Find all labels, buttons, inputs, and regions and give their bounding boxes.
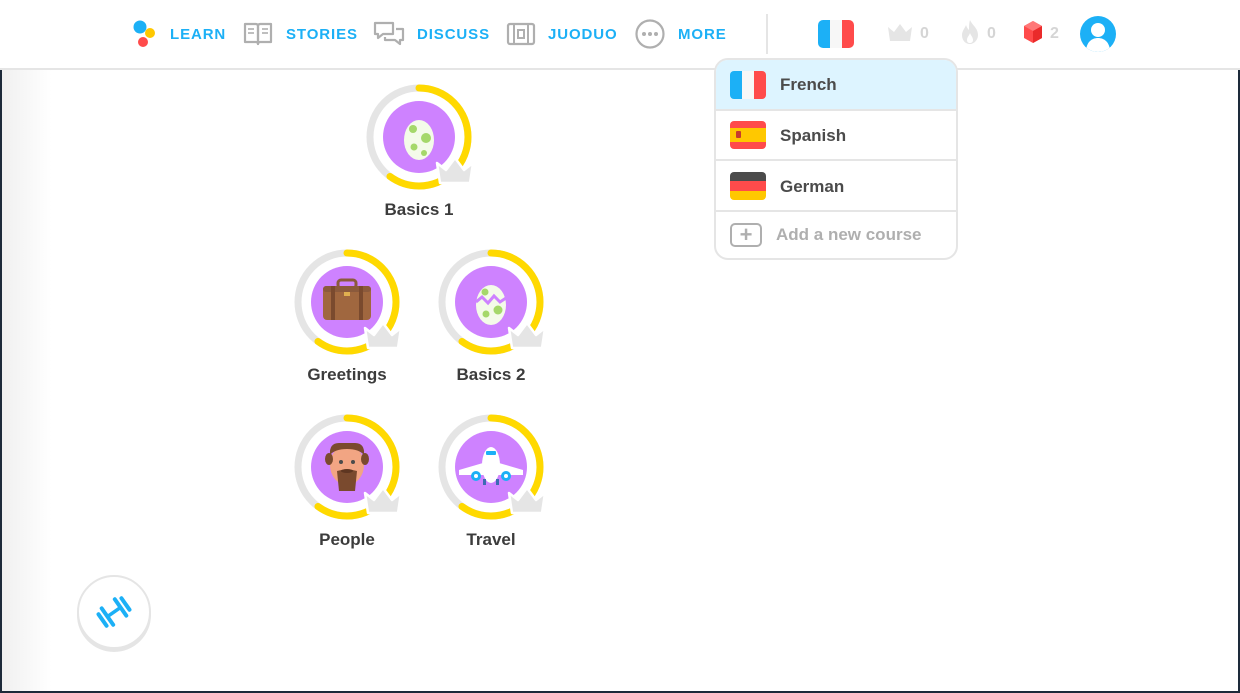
learn-icon	[130, 19, 158, 49]
plus-icon: +	[730, 223, 762, 247]
skill-basics-2[interactable]: Basics 2	[426, 248, 556, 385]
nav-juoduo-label: JUODUO	[548, 25, 618, 43]
egg-icon	[404, 120, 434, 160]
nav-more[interactable]: MORE	[634, 16, 727, 52]
practice-button[interactable]	[77, 575, 151, 649]
crown-icon	[435, 156, 475, 185]
skill-people[interactable]: People	[282, 413, 412, 550]
course-selector-button[interactable]	[818, 20, 854, 48]
course-option-spanish[interactable]: Spanish	[716, 111, 956, 159]
skill-basics-1[interactable]: Basics 1	[354, 83, 484, 220]
skill-name: Basics 2	[456, 365, 526, 384]
crown-icon	[363, 321, 403, 350]
nav-stories-label: STORIES	[286, 25, 358, 43]
skill-name: People	[319, 530, 375, 549]
gems-count: 2	[1050, 25, 1059, 42]
skill-greetings[interactable]: Greetings	[282, 248, 412, 385]
nav-divider	[766, 14, 768, 54]
france-flag-icon	[730, 71, 766, 99]
avatar-silhouette-icon	[1086, 23, 1110, 52]
crown-icon	[507, 486, 547, 515]
top-navigation-bar: LEARN STORIES DISCUSS JUODUO MORE 0 0 2	[0, 0, 1240, 70]
course-name: German	[780, 177, 845, 196]
board-icon	[506, 20, 536, 48]
nav-stories[interactable]: STORIES	[242, 16, 358, 52]
flame-icon	[959, 19, 981, 50]
nav-more-label: MORE	[678, 25, 727, 43]
france-flag-icon	[818, 20, 854, 48]
gems-counter[interactable]: 2	[1022, 18, 1059, 50]
left-shadow	[2, 70, 52, 691]
crown-icon	[507, 321, 547, 350]
course-option-german[interactable]: German	[716, 161, 956, 210]
nav-juoduo[interactable]: JUODUO	[506, 16, 618, 52]
dumbbell-icon	[96, 596, 132, 628]
skill-name: Greetings	[307, 365, 387, 384]
nav-learn[interactable]: LEARN	[130, 16, 226, 52]
course-name: Spanish	[780, 126, 847, 145]
crown-icon	[886, 21, 914, 48]
skill-name: Basics 1	[384, 200, 454, 219]
spain-flag-icon	[730, 121, 766, 149]
cracked-egg-icon	[475, 285, 507, 325]
gem-icon	[1022, 20, 1044, 49]
course-name: French	[780, 75, 837, 94]
book-icon	[242, 21, 274, 47]
course-dropdown-menu: French Spanish German + Add a new course	[714, 58, 958, 260]
user-avatar[interactable]	[1080, 16, 1116, 52]
streak-counter[interactable]: 0	[959, 18, 996, 50]
add-course-option[interactable]: + Add a new course	[716, 212, 956, 258]
add-course-label: Add a new course	[776, 225, 922, 244]
chat-bubbles-icon	[373, 20, 405, 48]
crown-icon	[363, 486, 403, 515]
crowns-counter[interactable]: 0	[886, 18, 929, 50]
crowns-count: 0	[920, 25, 929, 42]
course-option-french[interactable]: French	[716, 60, 956, 110]
nav-discuss[interactable]: DISCUSS	[373, 16, 490, 52]
more-dots-icon	[634, 18, 666, 50]
suitcase-icon	[323, 278, 371, 320]
skill-name: Travel	[466, 530, 516, 549]
germany-flag-icon	[730, 172, 766, 200]
nav-discuss-label: DISCUSS	[417, 25, 490, 43]
skill-travel[interactable]: Travel	[426, 413, 556, 550]
nav-learn-label: LEARN	[170, 25, 227, 43]
streak-count: 0	[987, 25, 996, 42]
